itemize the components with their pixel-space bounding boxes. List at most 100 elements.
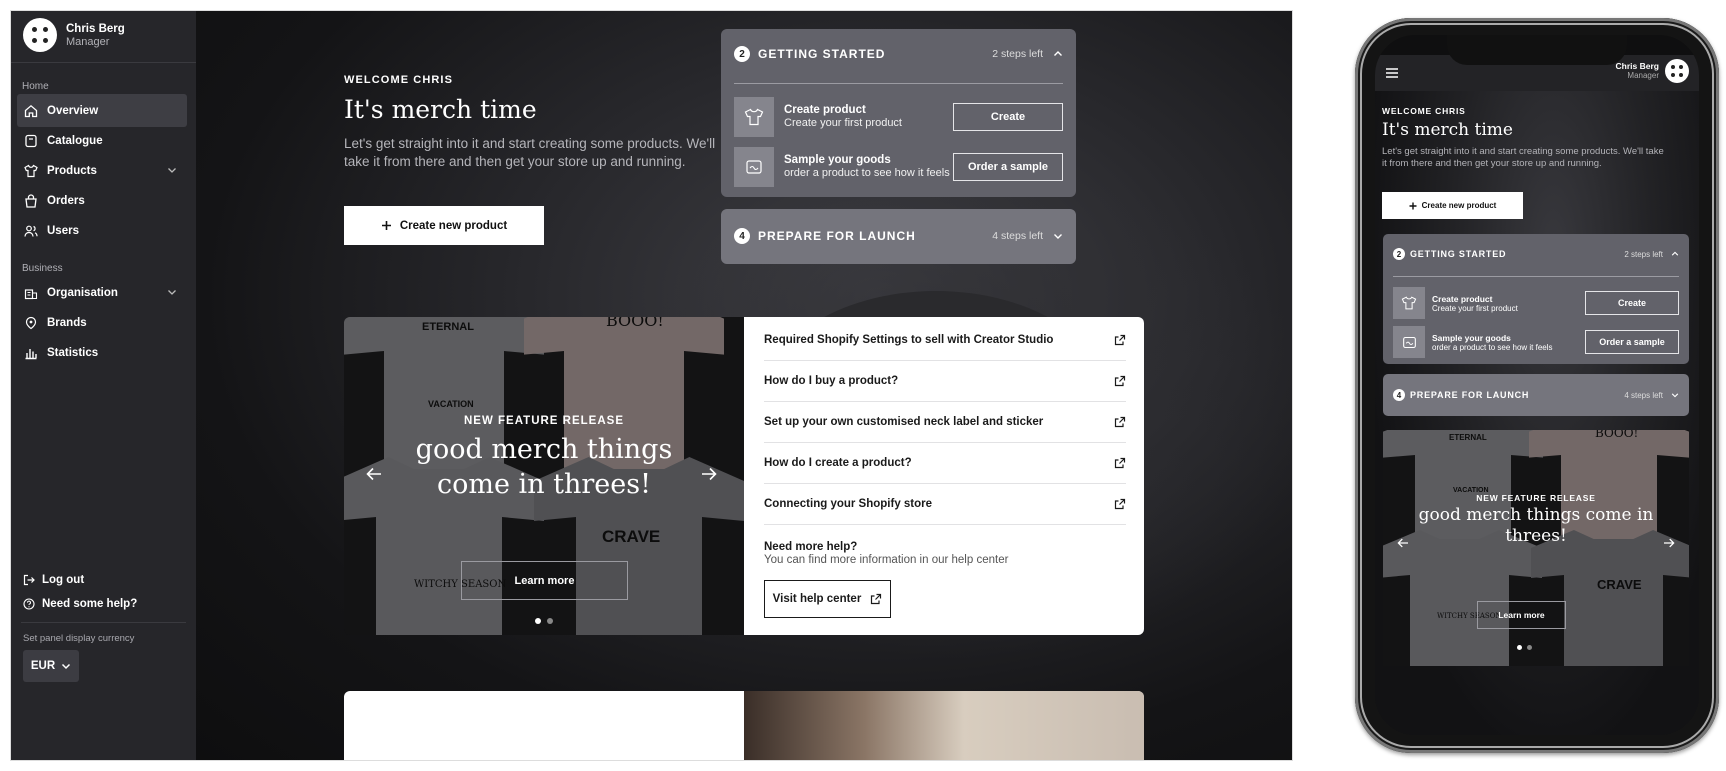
chevron-down-icon[interactable] xyxy=(167,165,177,175)
step-create-product: Create product Create your first product… xyxy=(734,97,1063,137)
learn-more-button[interactable]: Learn more xyxy=(461,561,628,600)
welcome-kicker: WELCOME CHRIS xyxy=(344,74,454,86)
user-name: Chris Berg xyxy=(66,22,125,35)
help-link-item[interactable]: How do I create a product? xyxy=(764,443,1126,484)
order-sample-button[interactable]: Order a sample xyxy=(953,153,1063,181)
sidebar-item-statistics[interactable]: Statistics xyxy=(17,336,187,369)
step-count-badge: 2 xyxy=(1393,248,1405,260)
sidebar-item-products[interactable]: Products xyxy=(17,154,187,187)
sidebar-item-label: Overview xyxy=(47,104,99,117)
help-button-label: Visit help center xyxy=(772,593,862,605)
help-link-item[interactable]: Set up your own customised neck label an… xyxy=(764,402,1126,443)
chevron-up-icon[interactable] xyxy=(1671,250,1679,258)
chevron-down-icon[interactable] xyxy=(1053,231,1063,241)
help-link-item[interactable]: Connecting your Shopify store xyxy=(764,484,1126,525)
carousel-dot[interactable] xyxy=(1517,645,1522,650)
users-icon xyxy=(24,224,38,238)
step-subtitle: order a product to see how it feels xyxy=(1432,342,1553,352)
section-label-home: Home xyxy=(22,81,49,92)
carousel-dot[interactable] xyxy=(535,618,541,624)
help-link-item[interactable]: Required Shopify Settings to sell with C… xyxy=(764,320,1126,361)
promo-card xyxy=(344,691,1144,760)
carousel-dot[interactable] xyxy=(1527,645,1532,650)
getting-started-header[interactable]: 2 GETTING STARTED 2 steps left xyxy=(1393,248,1679,260)
card-title: PREPARE FOR LAUNCH xyxy=(1410,390,1530,400)
feature-title: good merch things come in threes! xyxy=(1418,505,1654,546)
arrow-left-icon[interactable] xyxy=(1397,538,1409,548)
prepare-launch-card[interactable]: 4 PREPARE FOR LAUNCH 4 steps left xyxy=(721,209,1076,264)
step-subtitle: Create your first product xyxy=(784,117,902,129)
step-count-badge: 4 xyxy=(734,228,750,244)
welcome-text: Let's get straight into it and start cre… xyxy=(344,136,716,169)
chevron-down-icon[interactable] xyxy=(1671,391,1679,399)
sidebar-item-label: Statistics xyxy=(47,346,99,359)
building-icon xyxy=(24,286,38,300)
step-subtitle: order a product to see how it feels xyxy=(784,167,950,179)
question-icon xyxy=(23,598,35,610)
feature-kicker: NEW FEATURE RELEASE xyxy=(1476,493,1596,503)
carousel-dots xyxy=(1517,645,1532,650)
external-link-icon xyxy=(1114,334,1126,346)
logout-icon xyxy=(23,574,35,586)
help-link[interactable]: Need some help? xyxy=(23,598,137,610)
help-label: Need some help? xyxy=(42,598,138,610)
external-link-icon xyxy=(1114,375,1126,387)
visit-help-center-button[interactable]: Visit help center xyxy=(764,580,891,618)
create-product-button[interactable]: Create new product xyxy=(1382,192,1523,219)
learn-more-button[interactable]: Learn more xyxy=(1477,601,1566,629)
currency-value: EUR xyxy=(30,660,56,672)
bag-icon xyxy=(24,193,38,208)
step-sample-goods: Sample your goods order a product to see… xyxy=(1393,326,1679,358)
steps-left: 2 steps left xyxy=(992,48,1043,60)
create-product-label: Create new product xyxy=(399,219,508,232)
link-text: Set up your own customised neck label an… xyxy=(764,416,1044,428)
card-title: PREPARE FOR LAUNCH xyxy=(758,229,916,243)
arrow-right-icon[interactable] xyxy=(701,467,717,481)
currency-select[interactable]: EUR xyxy=(23,650,79,682)
carousel-dot[interactable] xyxy=(547,618,553,624)
shirt-icon xyxy=(734,97,774,137)
getting-started-header[interactable]: 2 GETTING STARTED 2 steps left xyxy=(734,46,1063,62)
sidebar-item-label: Organisation xyxy=(47,286,118,299)
help-title: Need more help? xyxy=(764,541,858,553)
order-sample-button[interactable]: Order a sample xyxy=(1585,330,1679,354)
sidebar-item-brands[interactable]: Brands xyxy=(17,306,187,339)
chevron-down-icon[interactable] xyxy=(167,287,177,297)
create-button[interactable]: Create xyxy=(953,103,1063,131)
link-text: How do I buy a product? xyxy=(764,375,899,387)
feature-carousel: ETERNAL VACATION BOOO! WITCHY SEASON CRA… xyxy=(1383,430,1689,666)
hamburger-menu-icon[interactable] xyxy=(1385,67,1399,79)
chevron-up-icon[interactable] xyxy=(1053,49,1063,59)
help-link-item[interactable]: How do I buy a product? xyxy=(764,361,1126,402)
card-title: GETTING STARTED xyxy=(1410,249,1507,259)
welcome-kicker: WELCOME CHRIS xyxy=(1382,106,1466,116)
link-text: Required Shopify Settings to sell with C… xyxy=(764,334,1054,346)
step-title: Sample your goods xyxy=(1432,332,1511,343)
home-icon xyxy=(24,104,38,118)
user-profile[interactable]: Chris Berg Manager xyxy=(23,18,125,52)
arrow-right-icon[interactable] xyxy=(1663,538,1675,548)
currency-label: Set panel display currency xyxy=(23,633,135,644)
user-name: Chris Berg xyxy=(1615,61,1659,71)
create-button[interactable]: Create xyxy=(1585,291,1679,315)
user-role: Manager xyxy=(1627,71,1659,80)
sidebar-item-organisation[interactable]: Organisation xyxy=(17,276,187,309)
sidebar-item-overview[interactable]: Overview xyxy=(17,94,187,127)
prepare-launch-card[interactable]: 4 PREPARE FOR LAUNCH 4 steps left xyxy=(1383,374,1689,416)
step-subtitle: Create your first product xyxy=(1432,303,1518,313)
carousel-dots xyxy=(535,618,553,624)
sidebar-item-users[interactable]: Users xyxy=(17,214,187,247)
shirt-icon xyxy=(24,164,38,178)
bar-chart-icon xyxy=(24,346,38,360)
create-product-button[interactable]: Create new product xyxy=(344,206,544,245)
sidebar: Chris Berg Manager Home Overview Catalog… xyxy=(11,11,196,760)
shirt-icon xyxy=(1393,287,1425,319)
steps-left: 4 steps left xyxy=(992,230,1043,242)
phone-notch xyxy=(1447,35,1627,65)
logout-link[interactable]: Log out xyxy=(23,574,84,586)
avatar[interactable] xyxy=(1665,59,1689,83)
arrow-left-icon[interactable] xyxy=(366,467,382,481)
sidebar-item-catalogue[interactable]: Catalogue xyxy=(17,124,187,157)
link-text: How do I create a product? xyxy=(764,457,912,469)
sidebar-item-orders[interactable]: Orders xyxy=(17,184,187,217)
